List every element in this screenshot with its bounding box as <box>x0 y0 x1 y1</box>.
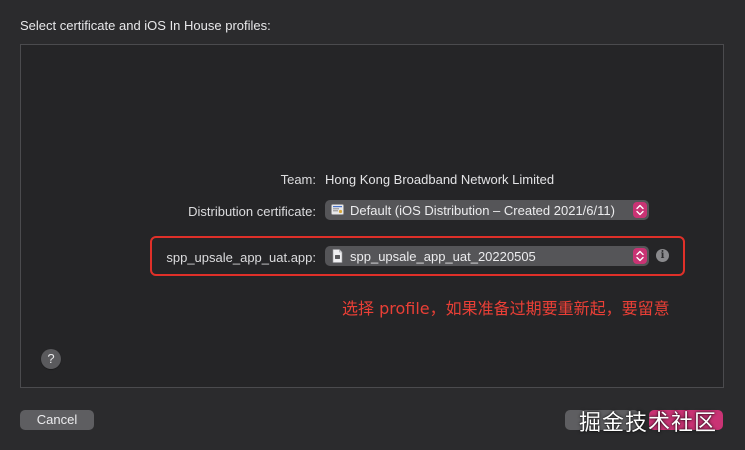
certificate-label: Distribution certificate: <box>188 204 316 219</box>
sheet: Select certificate and iOS In House prof… <box>0 0 745 450</box>
dialog-heading: Select certificate and iOS In House prof… <box>20 18 271 33</box>
chevron-updown-icon <box>633 202 647 218</box>
certificate-popup[interactable]: Default (iOS Distribution – Created 2021… <box>325 200 649 220</box>
certificate-icon <box>331 203 344 217</box>
highlight-box <box>150 236 685 276</box>
annotation-text: 选择 profile，如果准备过期要重新起，要留意 <box>342 299 670 318</box>
watermark: 掘金技术社区 <box>579 411 718 436</box>
certificate-value: Default (iOS Distribution – Created 2021… <box>350 202 615 218</box>
team-value: Hong Kong Broadband Network Limited <box>325 172 555 187</box>
help-icon[interactable]: ? <box>41 349 61 369</box>
team-label: Team: <box>280 172 316 187</box>
cancel-button[interactable]: Cancel <box>20 410 94 430</box>
